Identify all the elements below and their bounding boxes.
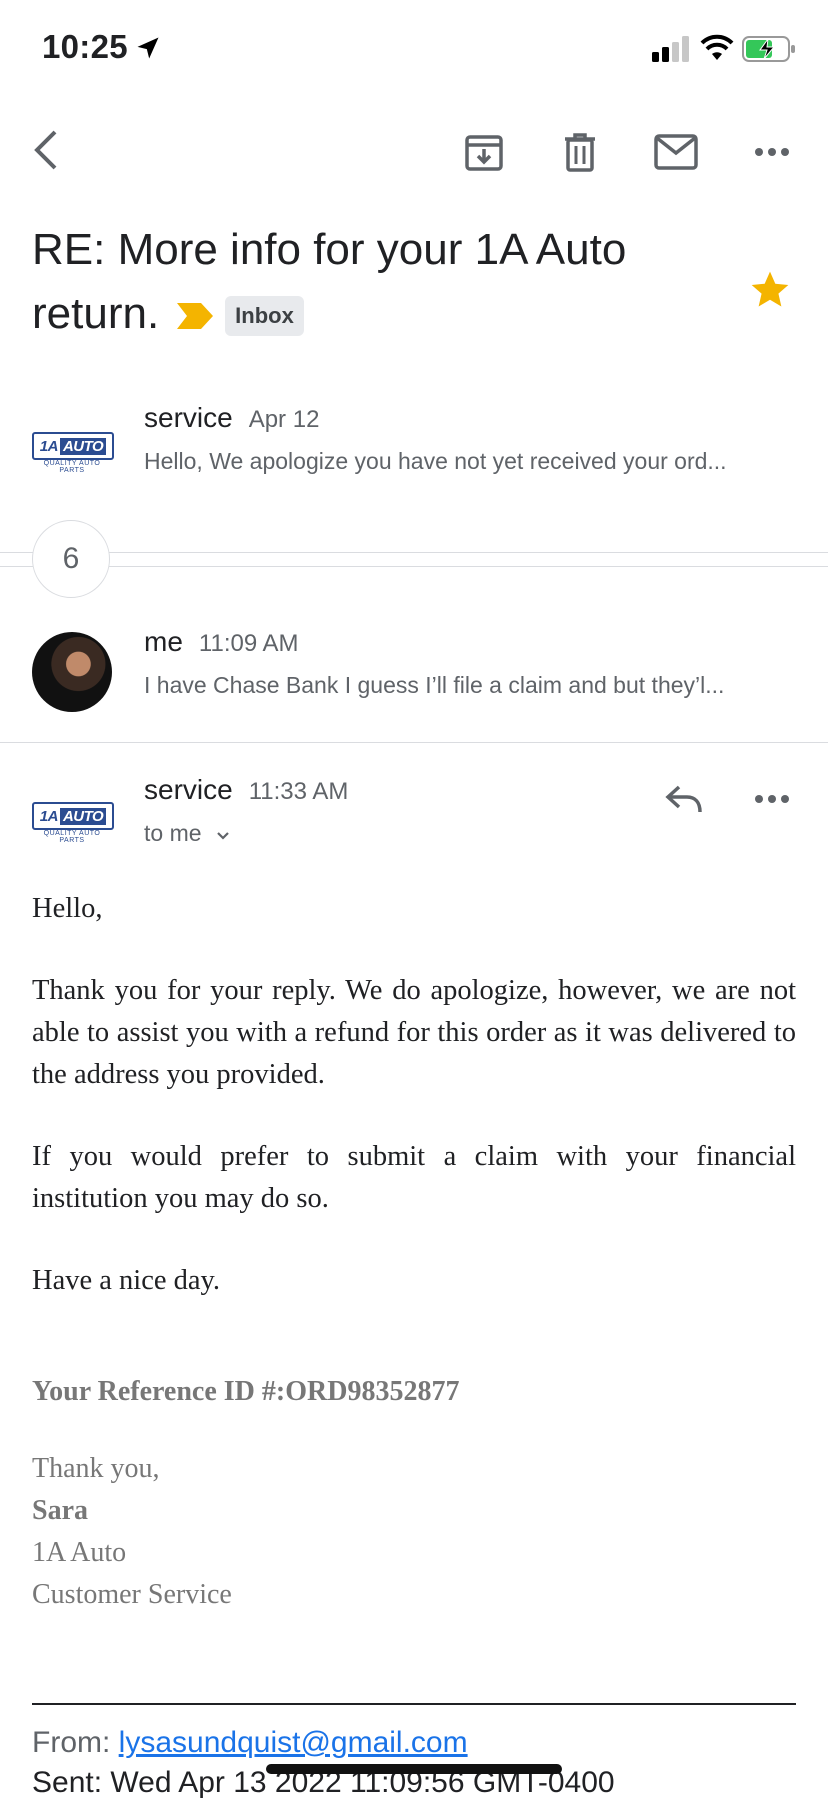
inbox-label-chip[interactable]: Inbox bbox=[225, 296, 304, 337]
collapsed-divider-bottom bbox=[0, 566, 828, 567]
home-indicator[interactable] bbox=[266, 1764, 562, 1774]
avatar bbox=[32, 632, 112, 712]
message-row-1[interactable]: service Apr 12 Hello, We apologize you ha… bbox=[144, 402, 794, 475]
star-icon[interactable] bbox=[748, 268, 792, 312]
from-label: From: bbox=[32, 1726, 111, 1759]
message-row-2[interactable]: me 11:09 AM I have Chase Bank I guess I’l… bbox=[144, 626, 794, 699]
archive-button[interactable] bbox=[460, 128, 508, 176]
message-snippet: I have Chase Bank I guess I’ll file a cl… bbox=[144, 672, 725, 698]
recipient-details-toggle[interactable]: to me bbox=[144, 820, 348, 847]
mark-unread-button[interactable] bbox=[652, 130, 700, 174]
importance-marker-icon[interactable] bbox=[175, 301, 215, 331]
logo-tagline: QUALITY AUTO PARTS bbox=[43, 830, 101, 844]
sender-name: service bbox=[144, 402, 233, 433]
signoff: Thank you, bbox=[32, 1453, 160, 1484]
body-paragraph-1: Thank you for your reply. We do apologiz… bbox=[32, 975, 796, 1090]
reply-button[interactable] bbox=[664, 780, 704, 818]
recipient-text: to me bbox=[144, 820, 202, 846]
body-paragraph-2: If you would prefer to submit a claim wi… bbox=[32, 1141, 796, 1214]
chevron-down-icon bbox=[217, 832, 229, 840]
message-divider bbox=[0, 742, 828, 743]
more-options-button[interactable] bbox=[752, 134, 792, 170]
trash-icon bbox=[565, 133, 595, 172]
archive-icon bbox=[465, 135, 503, 171]
cellular-signal-icon bbox=[652, 36, 689, 62]
message-date: 11:33 AM bbox=[248, 778, 349, 805]
1a-auto-logo: 1A AUTO bbox=[32, 802, 114, 830]
quote-separator bbox=[32, 1703, 796, 1705]
delete-button[interactable] bbox=[558, 128, 602, 176]
message-date: 11:09 AM bbox=[198, 630, 299, 657]
sender-logo: 1A AUTO QUALITY AUTO PARTS bbox=[32, 802, 114, 844]
signature-department: Customer Service bbox=[32, 1579, 232, 1610]
subject-line-1: RE: More info for your 1A Auto bbox=[32, 225, 627, 274]
sender-name: service bbox=[144, 774, 233, 805]
reply-icon bbox=[665, 785, 702, 813]
message-date: Apr 12 bbox=[248, 406, 320, 433]
mail-icon bbox=[654, 134, 698, 170]
more-horizontal-icon bbox=[755, 148, 789, 156]
reference-id: Your Reference ID #:ORD98352877 bbox=[32, 1376, 460, 1407]
message-snippet: Hello, We apologize you have not yet rec… bbox=[144, 448, 727, 474]
signature-company: 1A Auto bbox=[32, 1537, 127, 1568]
body-greeting: Hello, bbox=[32, 893, 103, 924]
signature-block: Thank you, Sara 1A Auto Customer Service bbox=[32, 1448, 232, 1616]
signature-name: Sara bbox=[32, 1495, 88, 1526]
body-paragraph-3: Have a nice day. bbox=[32, 1265, 221, 1296]
expanded-message-header: service 11:33 AM to me bbox=[144, 774, 348, 847]
collapsed-count-button[interactable]: 6 bbox=[32, 520, 110, 598]
wifi-icon bbox=[700, 34, 734, 60]
status-time: 10:25 bbox=[42, 28, 128, 65]
from-email-link[interactable]: lysasundquist@gmail.com bbox=[119, 1726, 468, 1759]
more-horizontal-icon bbox=[755, 795, 789, 803]
back-arrow-icon bbox=[34, 130, 57, 170]
message-more-button[interactable] bbox=[752, 786, 792, 812]
location-arrow-icon bbox=[137, 37, 159, 59]
quoted-from: From: lysasundquist@gmail.com bbox=[32, 1726, 468, 1760]
battery-charging-icon bbox=[742, 36, 795, 62]
logo-tagline: QUALITY AUTO PARTS bbox=[43, 460, 101, 474]
collapsed-divider-top bbox=[0, 552, 828, 553]
email-subject: RE: More info for your 1A Auto return. I… bbox=[32, 218, 712, 346]
back-button[interactable] bbox=[26, 124, 66, 176]
sender-name: me bbox=[144, 626, 183, 657]
subject-line-2: return. bbox=[32, 289, 160, 338]
1a-auto-logo: 1A AUTO bbox=[32, 432, 114, 460]
sender-logo: 1A AUTO QUALITY AUTO PARTS bbox=[32, 432, 114, 474]
